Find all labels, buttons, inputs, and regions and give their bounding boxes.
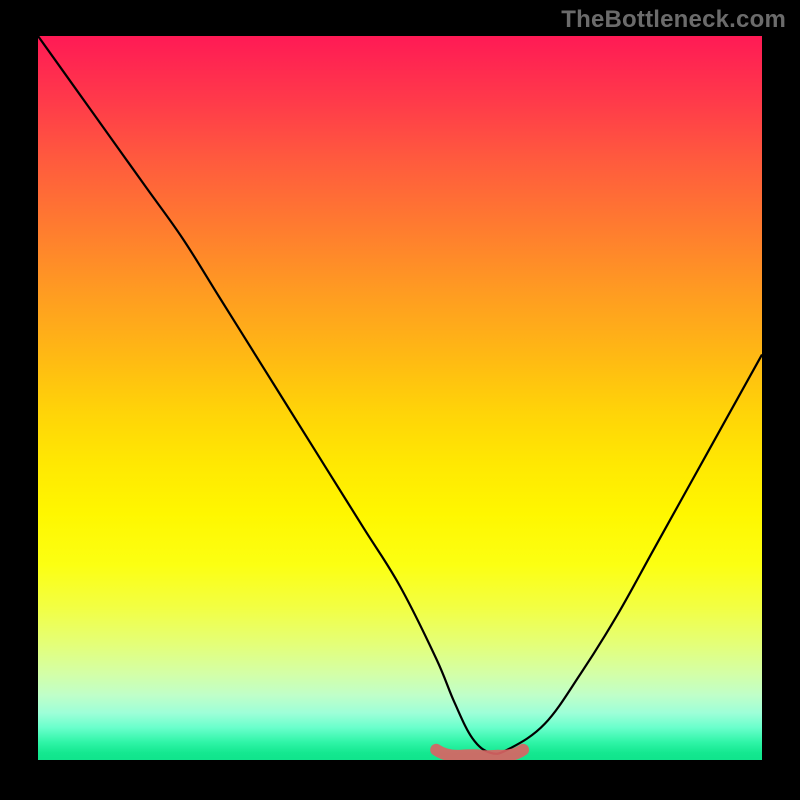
watermark-text: TheBottleneck.com (561, 6, 786, 34)
bottleneck-curve (38, 36, 762, 754)
chart-frame: TheBottleneck.com (0, 0, 800, 800)
plot-area (38, 36, 762, 760)
optimal-range-marker (436, 750, 523, 757)
curve-svg (38, 36, 762, 760)
